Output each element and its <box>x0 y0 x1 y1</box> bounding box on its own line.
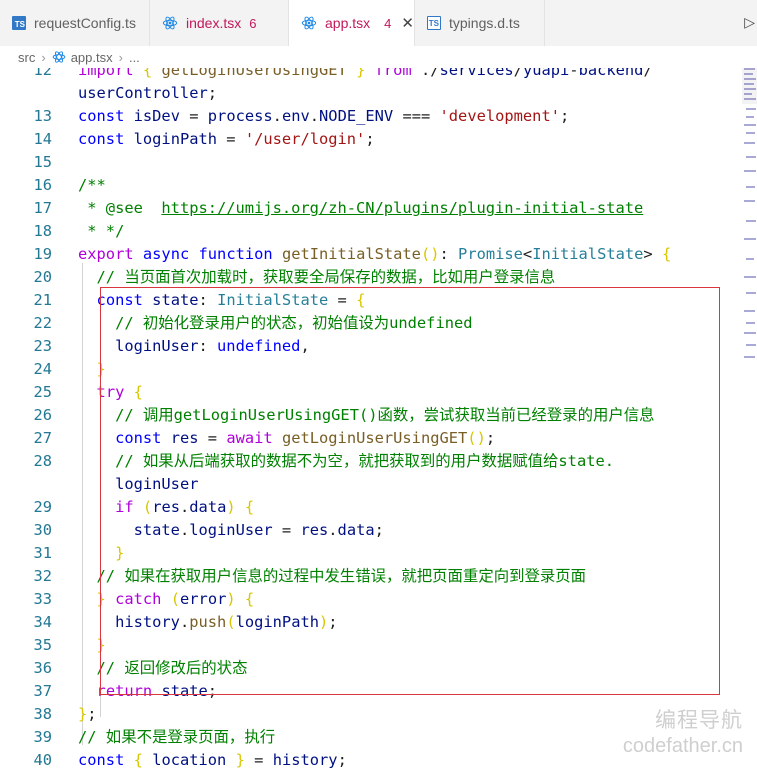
minimap-line <box>744 142 755 144</box>
minimap-line <box>744 170 756 172</box>
line-number: 26 <box>33 406 52 424</box>
breadcrumb-more[interactable]: ... <box>129 50 140 65</box>
line-number: 22 <box>33 314 52 332</box>
line-number: 18 <box>33 222 52 240</box>
react-file-icon <box>52 51 65 63</box>
minimap-line <box>744 238 756 240</box>
chevron-right-icon: › <box>41 49 46 65</box>
code-text: * @see https://umijs.org/zh-CN/plugins/p… <box>78 199 644 217</box>
line-number: 37 <box>33 682 52 700</box>
tab-label: requestConfig.ts <box>34 15 136 31</box>
tab-label: app.tsx <box>325 15 371 31</box>
react-file-icon <box>301 16 317 30</box>
line-number: 21 <box>33 291 52 309</box>
line-number: 23 <box>33 337 52 355</box>
line-number: 15 <box>33 153 52 171</box>
minimap-line <box>744 200 755 202</box>
code-text: export async function getInitialState():… <box>78 245 672 263</box>
minimap-line <box>746 116 754 118</box>
line-number: 14 <box>33 130 52 148</box>
run-triangle-icon[interactable]: ▷ <box>744 14 755 31</box>
chevron-right-icon: › <box>118 49 123 65</box>
minimap-line <box>746 322 755 324</box>
breadcrumb-file[interactable]: app.tsx <box>71 50 113 65</box>
line-number: 19 <box>33 245 52 263</box>
code-text: const { location } = history; <box>78 751 347 769</box>
code-text: userController; <box>78 84 218 102</box>
ts-file-icon: TS <box>427 16 441 30</box>
code-text: // 当页面首次加载时，获取要全局保存的数据，比如用户登录信息 <box>78 268 556 286</box>
minimap-line <box>744 276 756 278</box>
editor-tab-bar: TS requestConfig.ts index.tsx 6 app.tsx … <box>0 0 757 47</box>
code-text: // 如果不是登录页面，执行 <box>78 728 276 746</box>
code-text: /** <box>78 176 106 194</box>
line-number: 34 <box>33 613 52 631</box>
minimap-line <box>746 186 755 188</box>
minimap-line <box>744 332 756 334</box>
ts-file-icon: TS <box>12 16 26 30</box>
minimap-line <box>746 108 756 110</box>
line-number: 39 <box>33 728 52 746</box>
problem-count-badge: 6 <box>249 15 257 31</box>
close-icon[interactable]: ✕ <box>401 14 414 32</box>
line-number: 33 <box>33 590 52 608</box>
line-number: 20 <box>33 268 52 286</box>
line-number: 17 <box>33 199 52 217</box>
code-text: const loginPath = '/user/login'; <box>78 130 375 148</box>
tab-request-config[interactable]: TS requestConfig.ts <box>0 0 150 46</box>
line-number: 27 <box>33 429 52 447</box>
minimap-line <box>746 344 756 346</box>
minimap-line <box>744 310 755 312</box>
minimap-line <box>746 292 756 294</box>
line-number: 29 <box>33 498 52 516</box>
minimap-line <box>746 156 756 158</box>
code-text: }; <box>78 705 97 723</box>
breadcrumb-folder[interactable]: src <box>18 50 35 65</box>
line-number: 16 <box>33 176 52 194</box>
minimap-line <box>746 132 755 134</box>
minimap[interactable] <box>742 60 757 370</box>
watermark-site: codefather.cn <box>622 735 743 757</box>
minimap-line <box>746 258 754 260</box>
line-number: 38 <box>33 705 52 723</box>
react-file-icon <box>162 16 178 30</box>
highlight-box <box>100 287 720 695</box>
minimap-slider[interactable] <box>742 64 757 104</box>
tab-app-active[interactable]: app.tsx 4 ✕ <box>289 0 415 46</box>
line-number: 35 <box>33 636 52 654</box>
tab-typings[interactable]: TS typings.d.ts <box>415 0 545 46</box>
line-number: 32 <box>33 567 52 585</box>
code-text: * */ <box>78 222 125 240</box>
tab-label: index.tsx <box>186 15 242 31</box>
minimap-line <box>746 220 756 222</box>
line-number: 31 <box>33 544 52 562</box>
line-number: 24 <box>33 360 52 378</box>
minimap-line <box>744 356 755 358</box>
line-number: 36 <box>33 659 52 677</box>
tab-index[interactable]: index.tsx 6 <box>150 0 289 46</box>
problem-count-badge: 4 <box>384 15 392 31</box>
watermark-title: 编程导航 <box>655 709 743 732</box>
code-text: const isDev = process.env.NODE_ENV === '… <box>78 107 570 125</box>
minimap-line <box>744 124 756 126</box>
line-number: 25 <box>33 383 52 401</box>
breadcrumb: src › app.tsx › ... <box>0 46 757 68</box>
line-number: 13 <box>33 107 52 125</box>
line-number: 30 <box>33 521 52 539</box>
line-number: 28 <box>33 452 52 470</box>
tab-label: typings.d.ts <box>449 15 520 31</box>
line-number: 40 <box>33 751 52 769</box>
